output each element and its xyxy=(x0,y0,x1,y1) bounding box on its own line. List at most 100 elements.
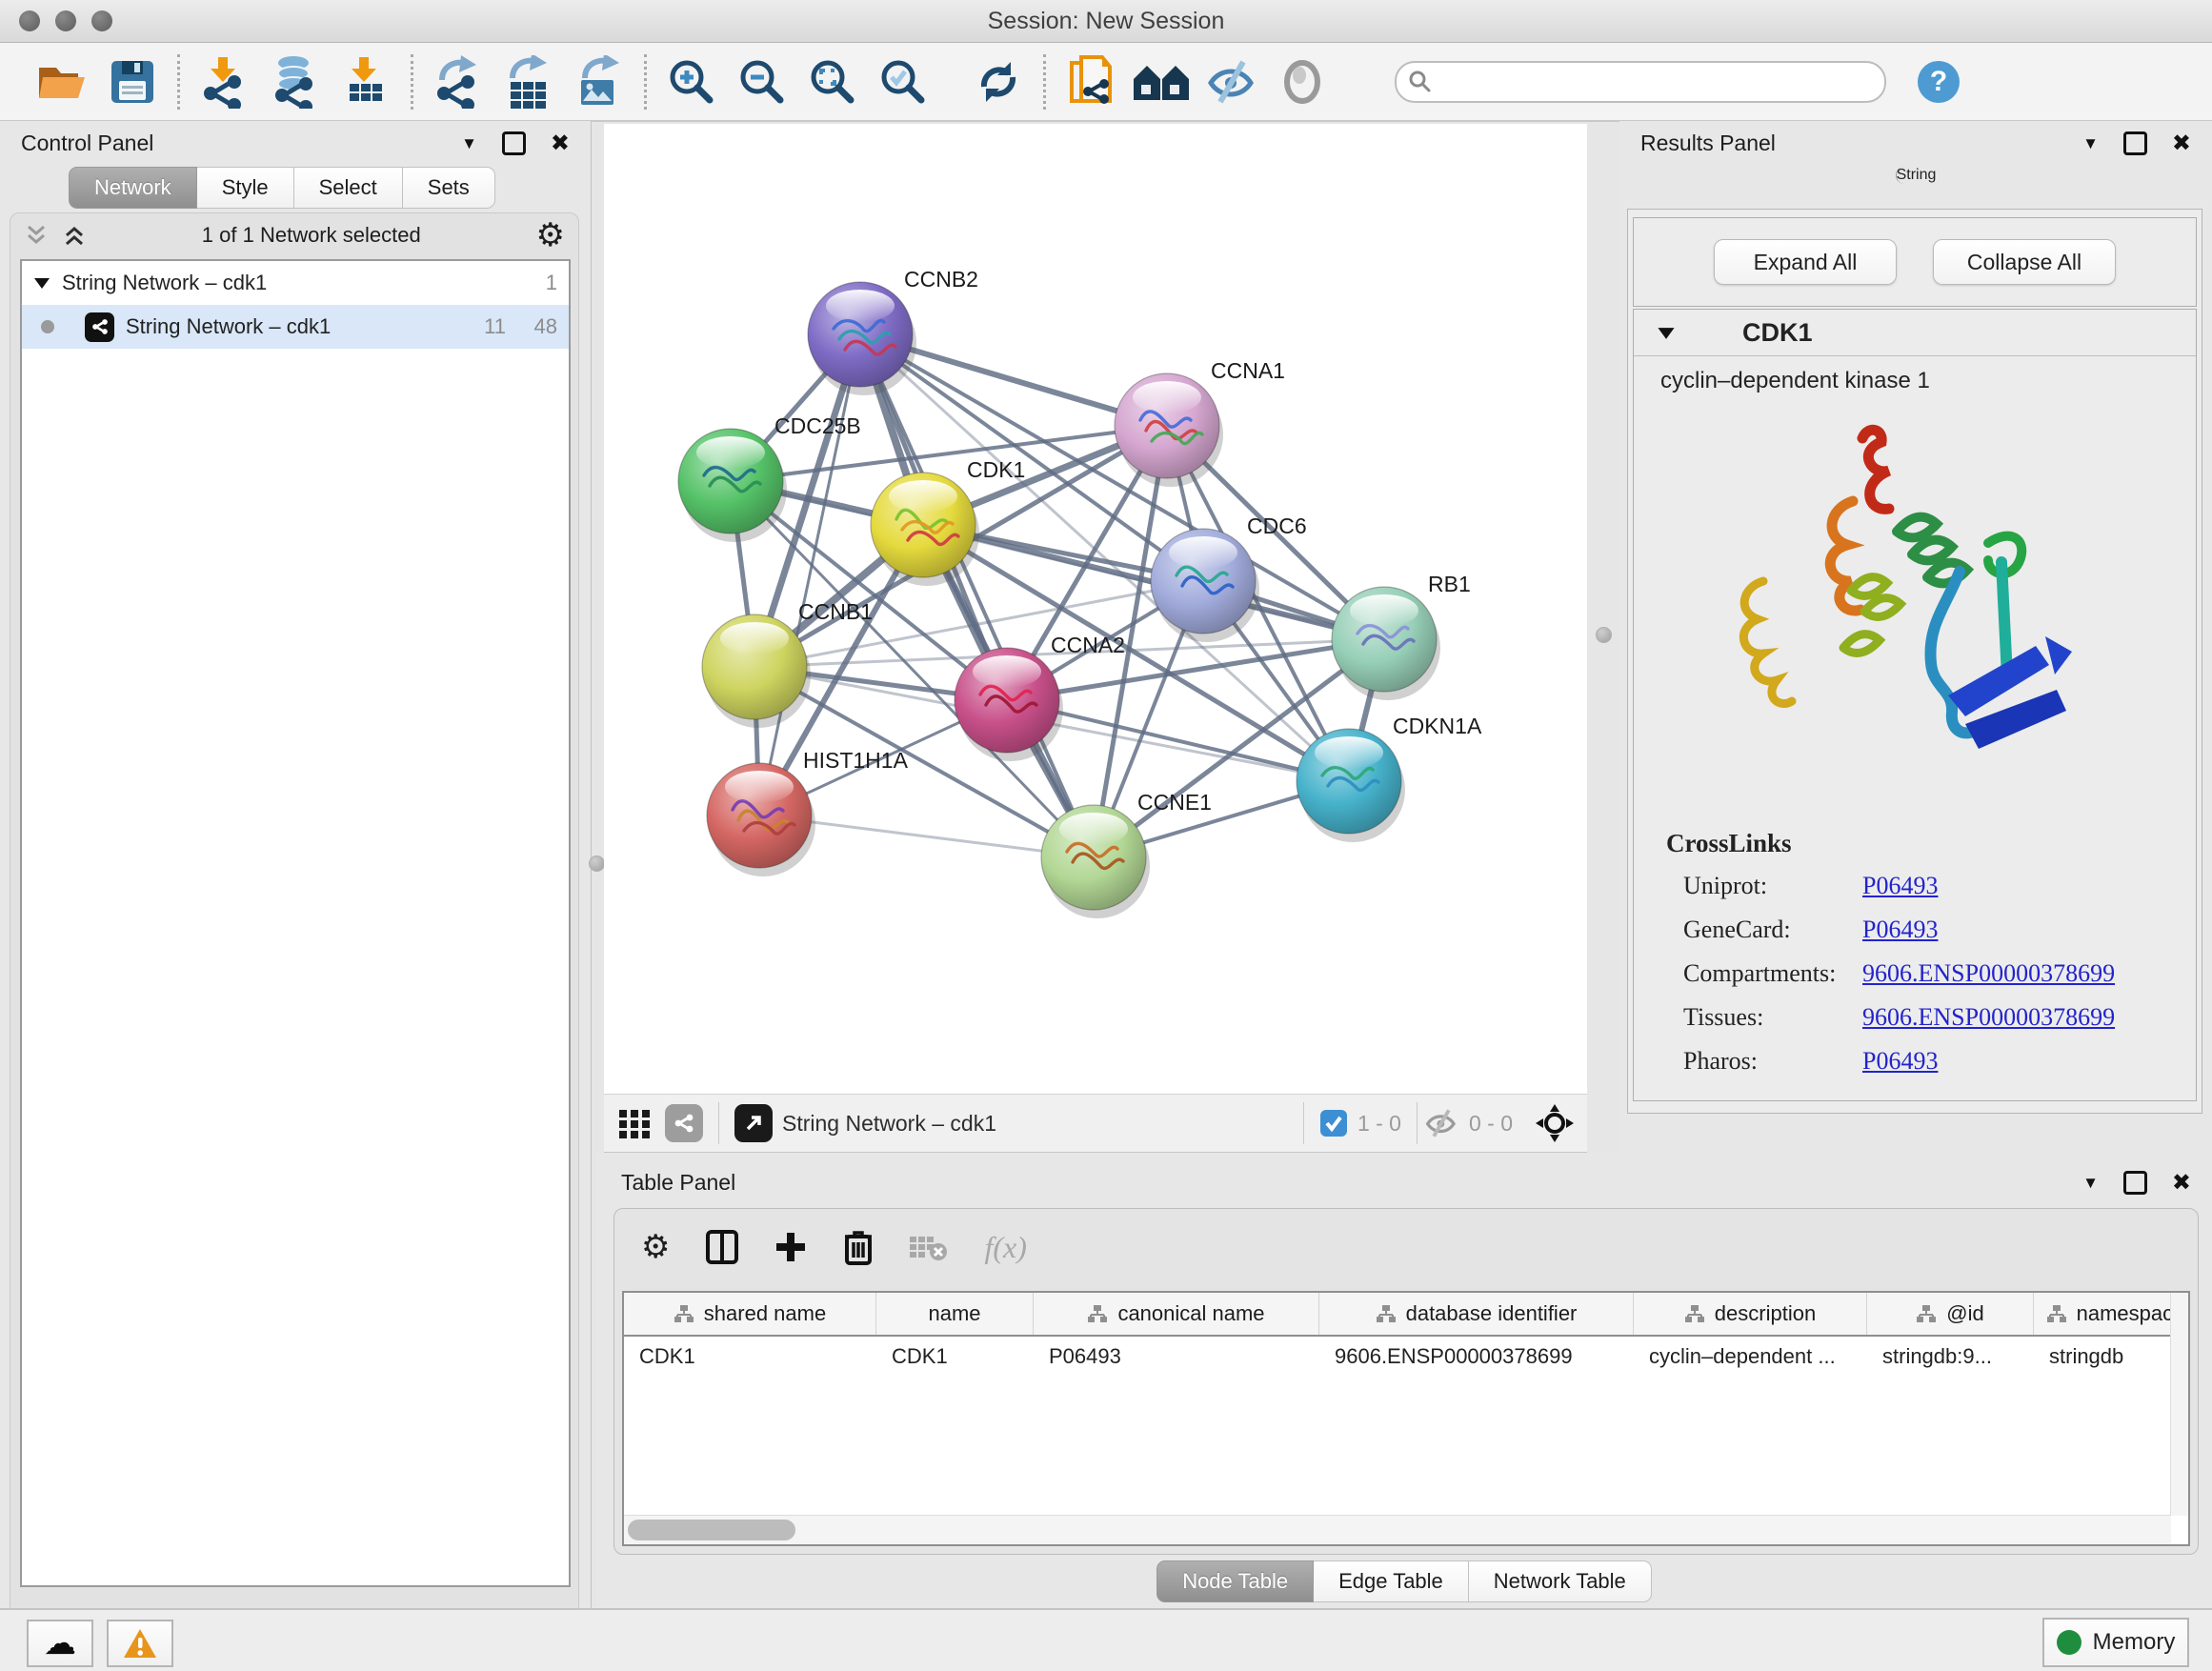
crosslink-link[interactable]: 9606.ENSP00000378699 xyxy=(1862,1003,2115,1032)
network-edge-CCNB2-HIST1H1A[interactable] xyxy=(759,334,860,815)
tab-select[interactable]: Select xyxy=(294,167,403,209)
table-vertical-scrollbar[interactable] xyxy=(2170,1293,2188,1516)
network-node-CCNB2[interactable]: CCNB2 xyxy=(808,267,978,395)
panel-menu-icon[interactable]: ▼ xyxy=(2082,1175,2099,1191)
column-header-description[interactable]: description xyxy=(1634,1293,1867,1335)
network-collection-label: String Network – cdk1 xyxy=(62,271,506,295)
table-cell: P06493 xyxy=(1034,1337,1319,1377)
tab-string[interactable]: String xyxy=(1896,167,1937,184)
crosslink-link[interactable]: P06493 xyxy=(1862,872,1938,900)
export-table-icon xyxy=(503,55,554,109)
expand-all-icon[interactable] xyxy=(62,223,87,248)
tab-sets[interactable]: Sets xyxy=(403,167,495,209)
column-header-canonical-name[interactable]: canonical name xyxy=(1034,1293,1319,1335)
zoom-fit-button[interactable] xyxy=(797,49,868,115)
results-panel-title: Results Panel xyxy=(1640,131,1776,156)
grid-view-icon[interactable] xyxy=(617,1106,652,1140)
column-header-@id[interactable]: @id xyxy=(1867,1293,2034,1335)
panel-menu-icon[interactable]: ▼ xyxy=(2082,135,2099,151)
memory-button[interactable]: Memory xyxy=(2042,1618,2189,1667)
column-header-namespace[interactable]: namespace xyxy=(2034,1293,2190,1335)
help-button[interactable]: ? xyxy=(1903,49,1974,115)
import-table-button[interactable] xyxy=(331,49,401,115)
crosslink-link[interactable]: P06493 xyxy=(1862,1047,1938,1076)
collapse-all-icon[interactable] xyxy=(24,223,49,248)
column-header-label: name xyxy=(928,1301,980,1326)
import-network-from-database-button[interactable] xyxy=(260,49,331,115)
save-session-button[interactable] xyxy=(97,49,168,115)
crosslink-link[interactable]: P06493 xyxy=(1862,916,1938,944)
gene-section: CDK1 cyclin–dependent kinase 1 xyxy=(1633,309,2197,1101)
detach-view-icon[interactable] xyxy=(734,1104,773,1142)
hidden-eye-slash-icon[interactable] xyxy=(1423,1109,1459,1137)
string-results-container: Expand All Collapse All CDK1 cyclin–depe… xyxy=(1627,209,2202,1114)
cloud-status-button[interactable]: ☁ xyxy=(27,1620,93,1667)
crosslink-row: Uniprot:P06493 xyxy=(1683,864,2196,908)
tab-style[interactable]: Style xyxy=(197,167,294,209)
selected-nodes-checkbox-icon[interactable] xyxy=(1319,1109,1348,1137)
expand-all-button[interactable]: Expand All xyxy=(1714,239,1897,285)
show-graphics-details-button[interactable] xyxy=(1267,49,1337,115)
export-table-button[interactable] xyxy=(493,49,564,115)
gene-collapse-icon[interactable] xyxy=(1657,326,1676,340)
network-node-RB1[interactable]: RB1 xyxy=(1332,572,1471,700)
tab-edge-table[interactable]: Edge Table xyxy=(1314,1560,1469,1602)
import-network-button[interactable] xyxy=(190,49,260,115)
eye-slash-icon xyxy=(1205,60,1258,104)
show-columns-icon[interactable] xyxy=(706,1230,738,1264)
tree-expand-icon[interactable] xyxy=(33,276,50,290)
panel-float-icon[interactable] xyxy=(502,131,526,155)
panel-menu-icon[interactable]: ▼ xyxy=(461,135,477,151)
export-network-button[interactable] xyxy=(423,49,493,115)
delete-column-icon[interactable] xyxy=(843,1229,874,1265)
tab-network-table[interactable]: Network Table xyxy=(1469,1560,1652,1602)
add-column-icon[interactable] xyxy=(774,1231,807,1263)
scrollbar-thumb[interactable] xyxy=(628,1520,795,1540)
network-node-CDC6[interactable]: CDC6 xyxy=(1151,513,1307,642)
table-cell: stringdb xyxy=(2034,1337,2190,1377)
zoom-in-button[interactable] xyxy=(656,49,727,115)
network-node-CCNA2[interactable]: CCNA2 xyxy=(955,633,1125,761)
results-panel: Results Panel ▼ ✖ String Expand All Coll… xyxy=(1619,121,2212,1153)
network-node-HIST1H1A[interactable]: HIST1H1A xyxy=(707,748,909,876)
collapse-all-button[interactable]: Collapse All xyxy=(1933,239,2116,285)
table-horizontal-scrollbar[interactable] xyxy=(624,1515,2171,1544)
network-view-mode-icon[interactable] xyxy=(665,1104,703,1142)
toolbar-search xyxy=(1395,61,1886,103)
network-overview-button[interactable] xyxy=(1126,49,1196,115)
apply-layout-button[interactable] xyxy=(963,49,1034,115)
network-row[interactable]: String Network – cdk1 11 48 xyxy=(22,305,569,349)
table-row[interactable]: CDK1CDK1P064939606.ENSP00000378699cyclin… xyxy=(624,1337,2188,1377)
column-header-name[interactable]: name xyxy=(876,1293,1034,1335)
tab-network[interactable]: Network xyxy=(69,167,197,209)
network-node-CCNA1[interactable]: CCNA1 xyxy=(1115,358,1285,487)
crosslink-link[interactable]: 9606.ENSP00000378699 xyxy=(1862,959,2115,988)
selected-count: 1 - 0 xyxy=(1357,1111,1401,1137)
panel-close-icon[interactable]: ✖ xyxy=(2172,132,2191,155)
export-image-button[interactable] xyxy=(564,49,634,115)
birds-eye-crosshair-icon[interactable] xyxy=(1536,1104,1574,1142)
table-options-gear-icon[interactable]: ⚙ xyxy=(641,1231,670,1263)
hide-graphics-details-button[interactable] xyxy=(1196,49,1267,115)
column-tree-icon xyxy=(674,1304,694,1323)
right-splitter-handle[interactable] xyxy=(1596,627,1612,643)
network-node-CDC25B[interactable]: CDC25B xyxy=(678,413,861,542)
column-header-shared-name[interactable]: shared name xyxy=(624,1293,876,1335)
column-header-database-identifier[interactable]: database identifier xyxy=(1319,1293,1634,1335)
panel-float-icon[interactable] xyxy=(2123,131,2147,155)
network-options-gear-icon[interactable]: ⚙ xyxy=(536,219,565,252)
tab-node-table[interactable]: Node Table xyxy=(1156,1560,1314,1602)
warnings-button[interactable] xyxy=(107,1620,173,1667)
search-input[interactable] xyxy=(1395,61,1886,103)
open-session-button[interactable] xyxy=(27,49,97,115)
network-edge-CCNB2-CCNE1[interactable] xyxy=(860,334,1094,857)
panel-close-icon[interactable]: ✖ xyxy=(551,132,570,155)
network-view[interactable]: CCNB2CCNA1CDC25BCDK1CDC6RB1CCNB1CCNA2CDK… xyxy=(604,124,1587,1094)
left-splitter-handle[interactable] xyxy=(589,856,605,872)
clone-network-button[interactable] xyxy=(1056,49,1126,115)
network-collection-row[interactable]: String Network – cdk1 1 xyxy=(22,261,569,305)
panel-float-icon[interactable] xyxy=(2123,1171,2147,1195)
zoom-out-button[interactable] xyxy=(727,49,797,115)
panel-close-icon[interactable]: ✖ xyxy=(2172,1172,2191,1195)
zoom-selected-button[interactable] xyxy=(868,49,938,115)
